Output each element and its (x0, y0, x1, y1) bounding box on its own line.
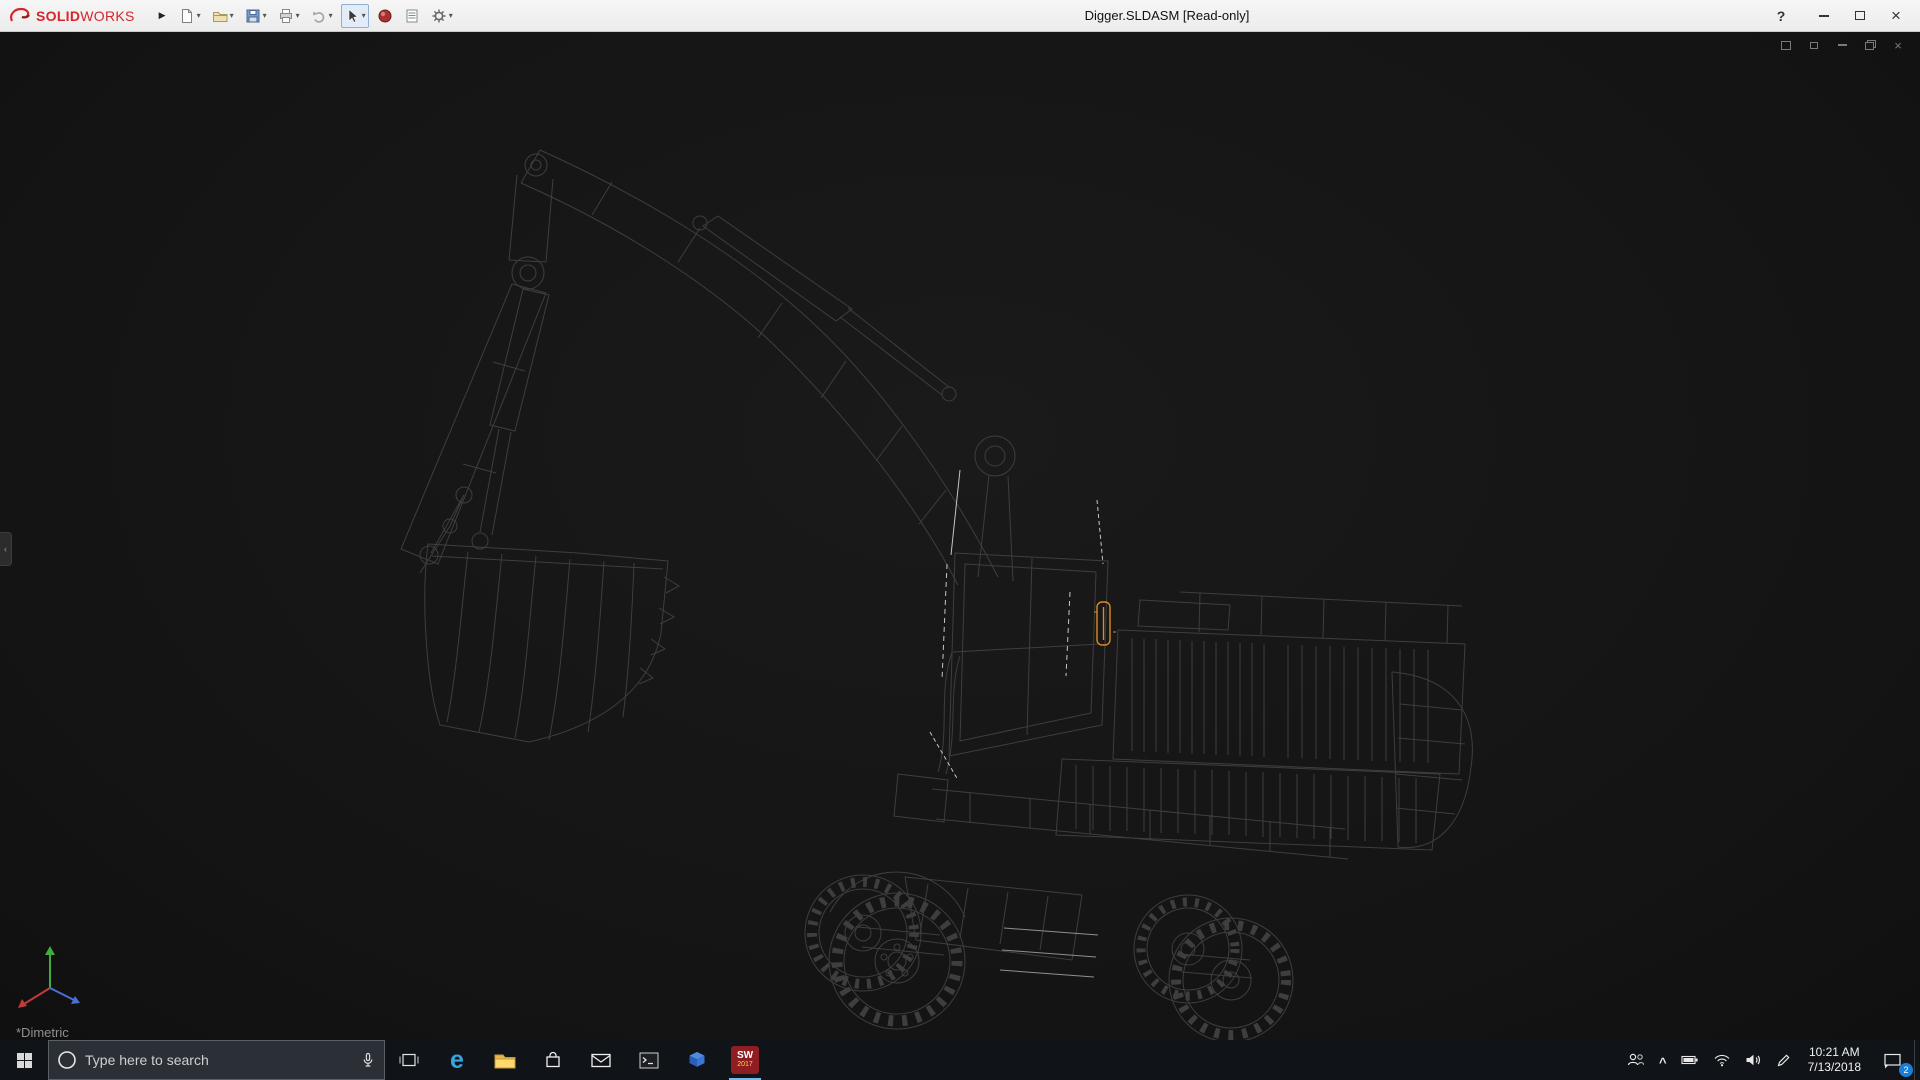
search-input[interactable] (85, 1052, 352, 1068)
titlebar: SOLIDWORKS ▶ ▾ ▾ ▾ ▾ ▾ ▾ ▾ Digger.SLDASM… (0, 0, 1920, 32)
doc-minimize-icon (1837, 44, 1847, 46)
minimize-button[interactable] (1810, 5, 1838, 27)
graphics-area[interactable]: × ‹ *Dimetric (0, 32, 1920, 1040)
doc-close-icon: × (1894, 37, 1902, 53)
tray-overflow-button[interactable]: ^ (1652, 1040, 1674, 1080)
view-orientation-label: *Dimetric (16, 1025, 69, 1040)
excavator-chassis (829, 651, 1349, 979)
volume-icon (1746, 1054, 1760, 1066)
volume-button[interactable] (1738, 1040, 1769, 1080)
task-view-button[interactable] (385, 1040, 433, 1080)
design-table-button[interactable] (401, 4, 423, 28)
command-prompt-button[interactable] (625, 1040, 673, 1080)
dassault-swirl-icon (10, 7, 30, 21)
new-document-icon (181, 8, 192, 23)
menu-flyout-arrow-icon[interactable]: ▶ (159, 10, 166, 21)
search-ring-icon (58, 1051, 76, 1069)
clock-date: 7/13/2018 (1807, 1060, 1861, 1074)
excavator-arm (400, 149, 1016, 586)
window-small-icon (1810, 41, 1818, 49)
solidworks-logo: SOLIDWORKS (0, 0, 145, 31)
help-button[interactable]: ? (1768, 8, 1794, 24)
pen-button[interactable] (1769, 1040, 1798, 1080)
doc-new-window-button[interactable] (1778, 38, 1794, 52)
close-button[interactable]: × (1882, 5, 1910, 27)
close-icon: × (1891, 6, 1901, 25)
panel-collapse-tab[interactable]: ‹ (0, 532, 12, 566)
people-icon (1627, 1053, 1645, 1066)
cad-cube-icon (689, 1051, 705, 1067)
store-button[interactable] (529, 1040, 577, 1080)
appearance-sphere-icon (378, 9, 392, 22)
options-gear-icon (432, 9, 446, 22)
wireframe-model[interactable] (0, 32, 1920, 1040)
design-table-icon (406, 9, 418, 22)
orientation-triad (18, 946, 80, 1008)
select-tool-button[interactable]: ▾ (340, 3, 369, 28)
undo-button[interactable]: ▾ (308, 4, 336, 28)
doc-cascade-button[interactable] (1806, 38, 1822, 52)
options-button[interactable]: ▾ (428, 4, 456, 28)
desktop-screen: SOLIDWORKS ▶ ▾ ▾ ▾ ▾ ▾ ▾ ▾ Digger.SLDASM… (0, 0, 1920, 1080)
open-button[interactable]: ▾ (209, 4, 237, 28)
maximize-button[interactable] (1846, 5, 1874, 27)
mail-icon (591, 1053, 611, 1067)
print-button[interactable]: ▾ (275, 4, 303, 28)
chevron-up-icon: ^ (1659, 1054, 1667, 1070)
clock[interactable]: 10:21 AM 7/13/2018 (1798, 1040, 1871, 1080)
start-icon (16, 1052, 32, 1068)
system-tray: ^ 10:21 AM 7/13/2018 2 (1620, 1040, 1920, 1080)
appearance-button[interactable] (374, 4, 396, 28)
cad-cube-app-button[interactable] (673, 1040, 721, 1080)
standard-toolbar: ▾ ▾ ▾ ▾ ▾ ▾ ▾ (176, 3, 456, 28)
microphone-icon[interactable] (360, 1052, 376, 1068)
task-view-icon (399, 1053, 419, 1067)
document-title: Digger.SLDASM [Read-only] (1084, 8, 1250, 23)
action-center-button[interactable]: 2 (1871, 1040, 1914, 1080)
store-icon (546, 1051, 560, 1068)
window-icon (1781, 40, 1791, 50)
select-cursor-icon (348, 8, 358, 23)
mail-button[interactable] (577, 1040, 625, 1080)
solidworks-icon: SW 2017 (731, 1046, 759, 1074)
panel-collapse-icon: ‹ (4, 544, 7, 554)
doc-restore-icon (1864, 40, 1876, 50)
doc-close-button[interactable]: × (1890, 38, 1906, 52)
doc-restore-button[interactable] (1862, 38, 1878, 52)
taskbar: e (0, 1040, 1920, 1080)
document-window-controls: × (1778, 38, 1906, 52)
file-explorer-button[interactable] (481, 1040, 529, 1080)
excavator-bucket (424, 543, 681, 743)
brand-name: SOLIDWORKS (36, 7, 135, 24)
battery-button[interactable] (1674, 1040, 1706, 1080)
command-prompt-icon (639, 1052, 659, 1068)
solidworks-taskbar-button[interactable]: SW 2017 (721, 1040, 769, 1080)
start-button[interactable] (0, 1040, 48, 1080)
network-button[interactable] (1706, 1040, 1738, 1080)
people-button[interactable] (1620, 1040, 1652, 1080)
notification-badge: 2 (1899, 1063, 1913, 1077)
wifi-icon (1714, 1054, 1730, 1067)
save-button[interactable]: ▾ (242, 4, 270, 28)
file-explorer-icon (494, 1054, 516, 1068)
edge-icon: e (450, 1045, 464, 1074)
excavator-body (948, 552, 1473, 851)
taskbar-search[interactable] (48, 1040, 385, 1080)
open-icon (212, 11, 228, 22)
minimize-icon (1819, 14, 1829, 17)
show-desktop-button[interactable] (1914, 1040, 1920, 1080)
window-controls: ? × (1768, 5, 1920, 27)
new-document-button[interactable]: ▾ (176, 4, 204, 28)
undo-icon (312, 11, 324, 23)
clock-time: 10:21 AM (1808, 1045, 1860, 1059)
edge-button[interactable]: e (433, 1040, 481, 1080)
doc-minimize-button[interactable] (1834, 38, 1850, 52)
maximize-icon (1855, 11, 1865, 20)
print-icon (279, 8, 292, 23)
save-icon (246, 9, 260, 22)
pen-icon (1777, 1053, 1790, 1066)
battery-icon (1681, 1055, 1698, 1065)
